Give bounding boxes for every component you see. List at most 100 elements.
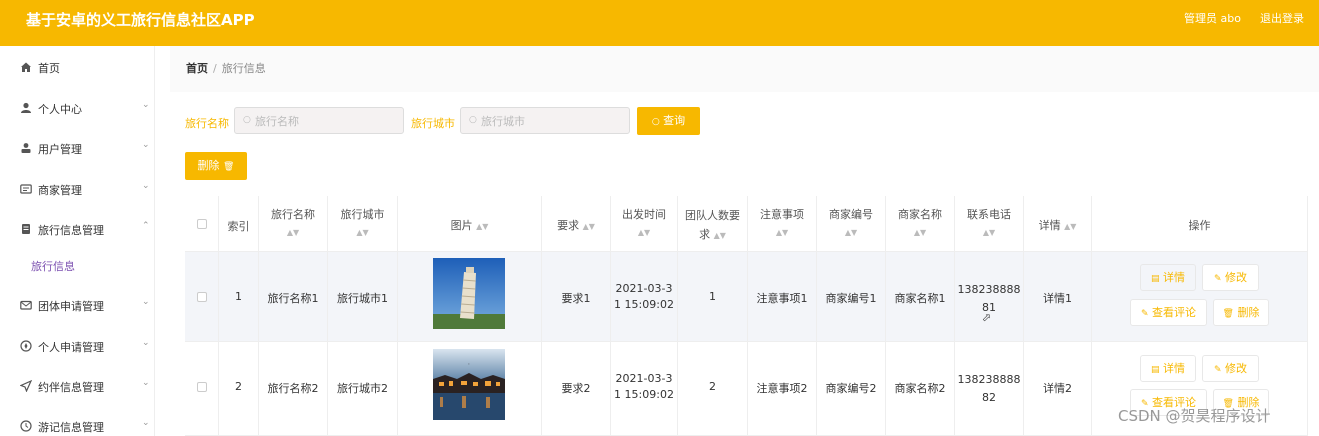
cell-requirement: 要求2: [542, 342, 611, 436]
query-button[interactable]: ○ 查询: [637, 107, 700, 135]
sidebar-item-label: 首页: [38, 62, 60, 75]
send-icon: [19, 379, 33, 393]
sort-icon[interactable]: ▲▼: [748, 228, 816, 237]
watermark-text: CSDN @贺昊程序设计: [1118, 407, 1271, 425]
delete-button[interactable]: 删除 🗑: [185, 152, 247, 180]
sidebar-item-travel-info-management[interactable]: 旅行信息管理 ⌃: [0, 216, 155, 246]
cell-name: 旅行名称2: [259, 342, 328, 436]
detail-button-label: 详情: [1163, 271, 1185, 284]
row-delete-label: 删除: [1237, 306, 1260, 319]
edit-button-label: 修改: [1225, 362, 1248, 375]
trash-icon: 🗑: [1222, 309, 1234, 319]
edit-button[interactable]: ✎ 修改: [1202, 264, 1259, 291]
sort-icon[interactable]: ▲▼: [886, 228, 954, 237]
sidebar-item-travel-notes-management[interactable]: 游记信息管理 ⌄: [0, 413, 155, 436]
edit-icon: ✎: [1140, 309, 1149, 319]
sort-icon[interactable]: ▲▼: [817, 228, 885, 237]
column-header-label: 旅行名称: [271, 208, 315, 221]
search-name-label: 旅行名称: [185, 117, 229, 130]
edit-button-label: 修改: [1225, 271, 1248, 284]
table-header-index: 索引: [219, 196, 259, 252]
table-header-image[interactable]: 图片 ▲▼: [398, 196, 542, 252]
leaning-tower-photo[interactable]: [433, 258, 505, 329]
sort-icon[interactable]: ▲▼: [259, 228, 327, 237]
column-header-label: 索引: [227, 220, 250, 233]
chevron-down-icon: ⌄: [142, 140, 150, 150]
night-waterfront-photo[interactable]: ֽ: [433, 349, 505, 420]
cell-departure: 2021-03-3 1 15:09:02: [611, 342, 678, 436]
table-header-city[interactable]: 旅行城市 ▲▼: [328, 196, 398, 252]
row-checkbox[interactable]: [197, 292, 207, 302]
search-name-field[interactable]: ○: [234, 107, 404, 134]
cell-merchant-no: 商家编号1: [817, 252, 886, 342]
admin-user-label[interactable]: 管理员 abo: [1184, 10, 1241, 26]
sidebar-item-group-application-management[interactable]: 团体申请管理 ⌄: [0, 292, 155, 322]
sort-icon[interactable]: ▲▼: [611, 228, 677, 237]
cell-actions: [1092, 252, 1308, 342]
search-city-field[interactable]: ○: [460, 107, 630, 134]
sort-icon[interactable]: ▲▼: [1064, 222, 1076, 231]
search-icon: ○: [243, 115, 251, 125]
app-title: 基于安卓的义工旅行信息社区APP: [26, 11, 255, 29]
cell-detail: 详情2: [1024, 342, 1092, 436]
user-icon: [20, 142, 32, 154]
document-icon: [20, 223, 32, 235]
sort-icon[interactable]: ▲▼: [955, 228, 1023, 237]
sidebar-item-companion-info-management[interactable]: 约伴信息管理 ⌄: [0, 373, 155, 403]
column-header-label: 图片: [450, 219, 473, 232]
column-header-label: 要求: [557, 219, 580, 232]
person-icon: [20, 102, 32, 114]
table-header-requirement[interactable]: 要求 ▲▼: [542, 196, 611, 252]
sort-icon[interactable]: ▲▼: [714, 231, 726, 240]
cell-city: 旅行城市1: [328, 252, 398, 342]
table-header-merchant-no[interactable]: 商家编号 ▲▼: [817, 196, 886, 252]
clock-icon: [20, 420, 32, 432]
table-header-departure[interactable]: 出发时间 ▲▼: [611, 196, 678, 252]
table-header-merchant-name[interactable]: 商家名称 ▲▼: [886, 196, 955, 252]
chevron-down-icon: ⌄: [142, 418, 150, 428]
cell-index: 2: [219, 342, 259, 436]
table-header-phone[interactable]: 联系电话 ▲▼: [955, 196, 1024, 252]
sidebar-item-label: 旅行信息管理: [38, 224, 104, 237]
sidebar-item-merchant-management[interactable]: 商家管理 ⌄: [0, 176, 155, 206]
search-icon: ○: [469, 115, 477, 125]
table-header-detail[interactable]: 详情 ▲▼: [1024, 196, 1092, 252]
chevron-down-icon: ⌄: [142, 338, 150, 348]
sidebar-item-label: 个人中心: [38, 103, 82, 116]
search-city-input[interactable]: [481, 113, 611, 129]
detail-button[interactable]: ▤ 详情: [1140, 355, 1196, 382]
mail-icon: [20, 299, 32, 311]
sidebar-item-home[interactable]: 首页: [0, 54, 155, 84]
view-comments-label: 查看评论: [1152, 306, 1197, 319]
edit-button[interactable]: ✎ 修改: [1202, 355, 1259, 382]
table-header-name[interactable]: 旅行名称 ▲▼: [259, 196, 328, 252]
cell-team-size: 1: [678, 252, 748, 342]
sidebar-item-label: 用户管理: [38, 143, 82, 156]
cell-notes: 注意事项1: [748, 252, 817, 342]
select-all-checkbox[interactable]: [197, 219, 207, 229]
edit-icon: ✎: [1213, 274, 1222, 284]
table-header-team-size[interactable]: 团队人数要求 ▲▼: [678, 196, 748, 252]
sidebar-item-personal-center[interactable]: 个人中心 ⌄: [0, 95, 155, 125]
view-comments-button[interactable]: ✎ 查看评论: [1130, 299, 1207, 326]
sort-icon[interactable]: ▲▼: [476, 222, 488, 231]
logout-link[interactable]: 退出登录: [1260, 10, 1304, 26]
home-icon: [20, 61, 32, 73]
row-checkbox[interactable]: [197, 382, 207, 392]
column-header-label: 注意事项: [760, 208, 804, 221]
row-delete-button[interactable]: 🗑 删除: [1213, 299, 1269, 326]
breadcrumb-separator: /: [213, 62, 217, 75]
sidebar-item-user-management[interactable]: 用户管理 ⌄: [0, 135, 155, 165]
table-header-notes[interactable]: 注意事项 ▲▼: [748, 196, 817, 252]
breadcrumb-current: 旅行信息: [221, 62, 266, 75]
sidebar-subitem-travel-info[interactable]: 旅行信息: [31, 258, 75, 274]
detail-button[interactable]: ▤ 详情: [1140, 264, 1196, 291]
cell-phone: 138238888 82: [955, 342, 1024, 436]
mouse-pointer-icon: ⬀: [982, 311, 992, 324]
sidebar-item-personal-application-management[interactable]: 个人申请管理 ⌄: [0, 333, 155, 363]
sort-icon[interactable]: ▲▼: [328, 228, 397, 237]
breadcrumb-home[interactable]: 首页: [186, 62, 208, 75]
search-name-input[interactable]: [255, 113, 385, 129]
sort-icon[interactable]: ▲▼: [583, 222, 595, 231]
cell-image: ֽ: [398, 342, 542, 436]
